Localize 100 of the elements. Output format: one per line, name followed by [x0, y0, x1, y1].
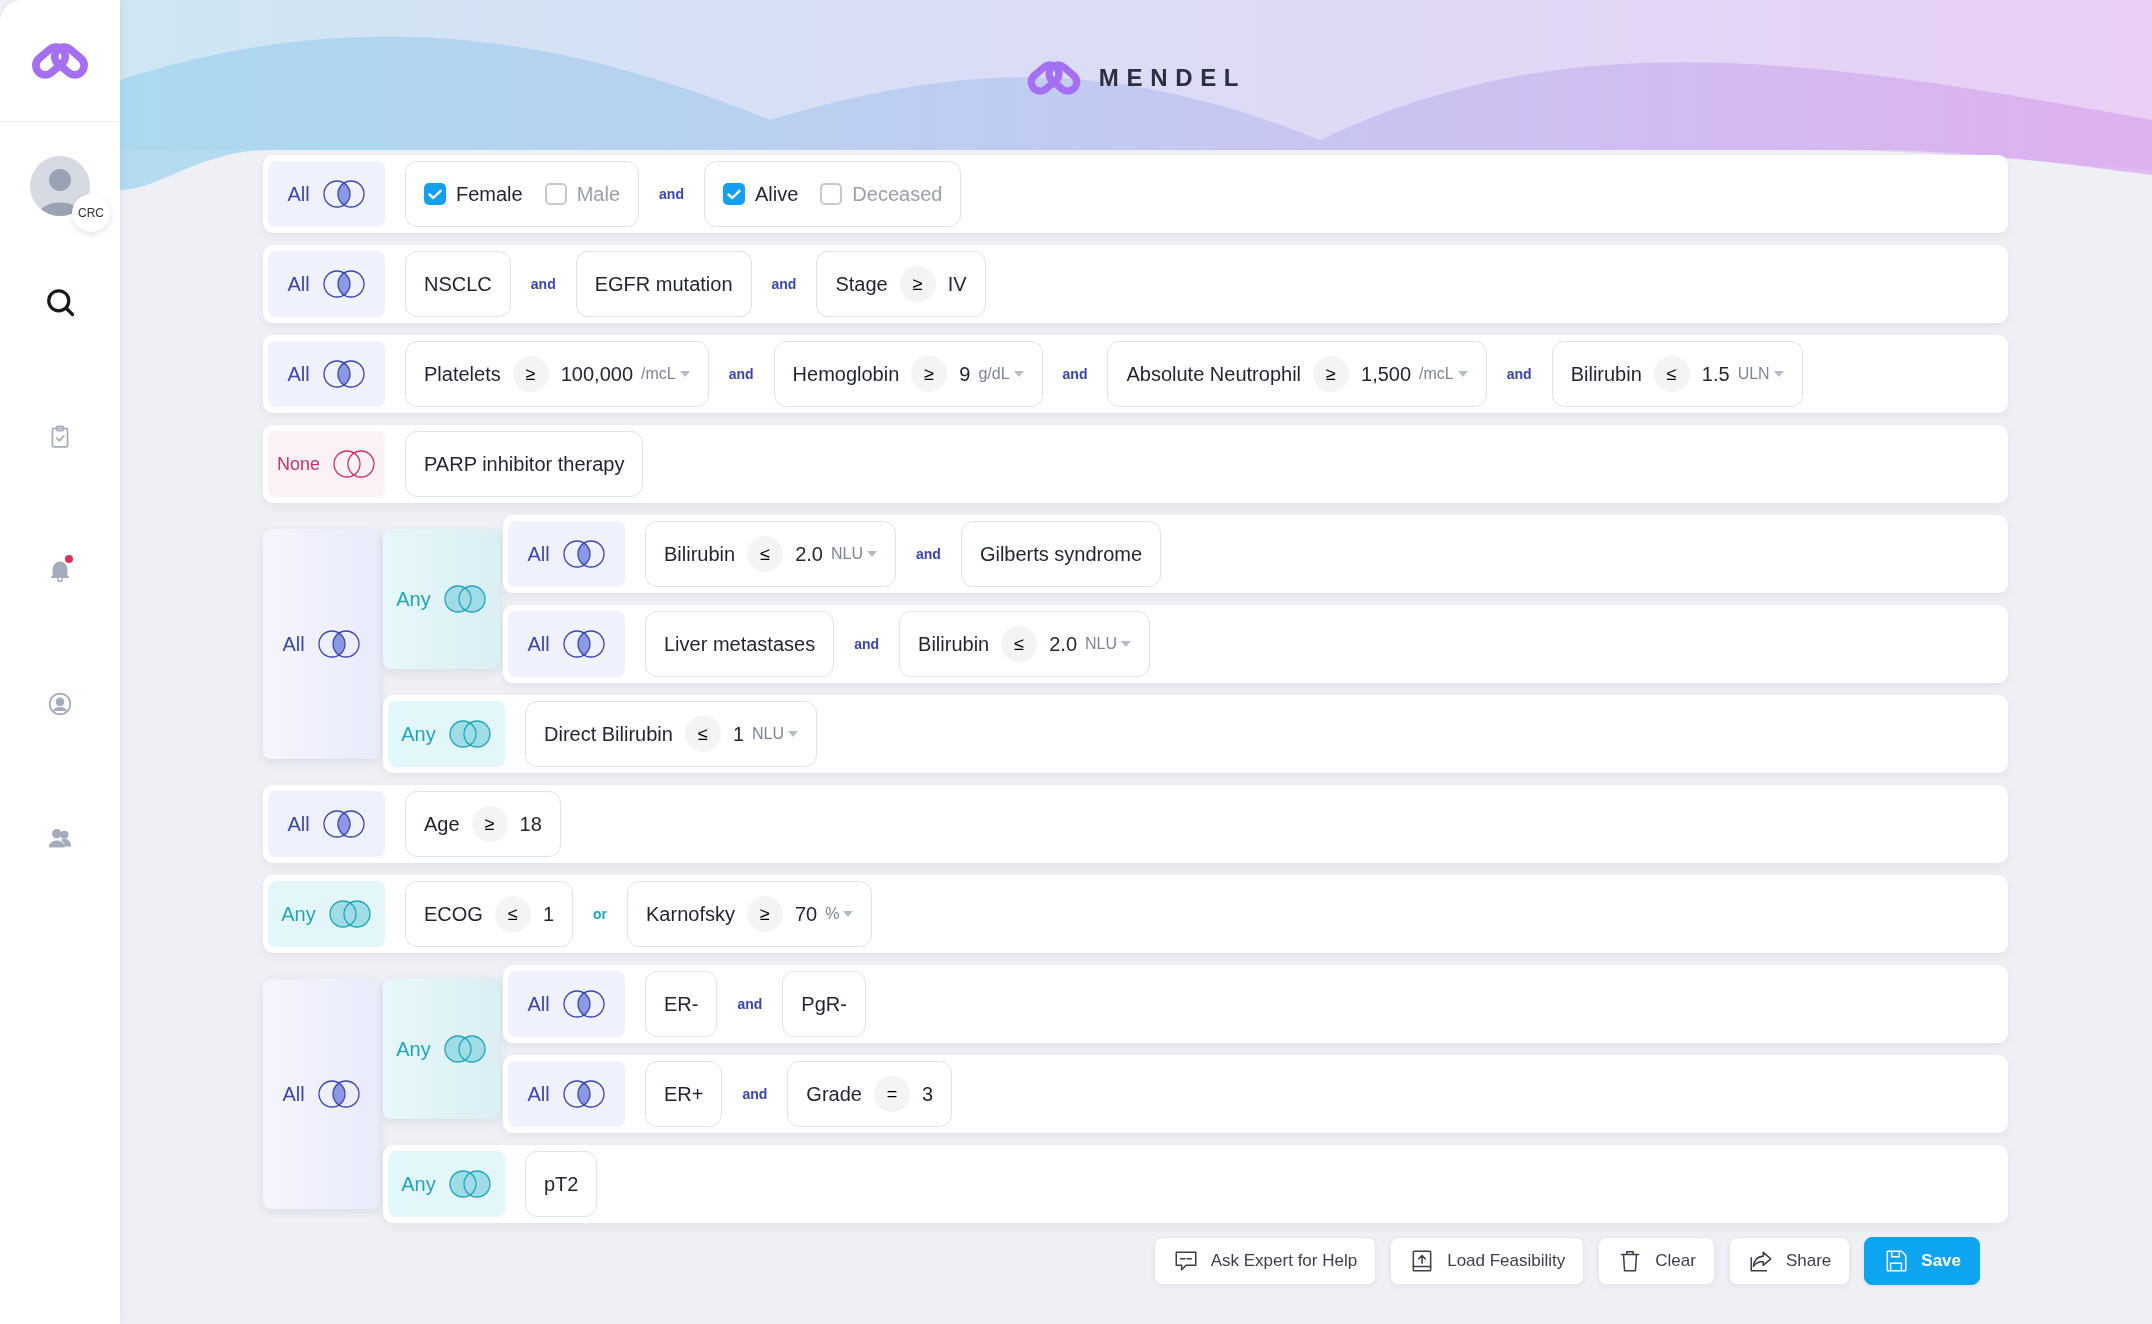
criterion-name: Bilirubin — [918, 632, 990, 657]
action-button[interactable]: Clear — [1598, 1237, 1715, 1285]
criterion-chip[interactable]: pT2 — [525, 1151, 598, 1217]
match-mode-toggle[interactable]: All — [508, 971, 625, 1037]
venn-icon — [561, 539, 606, 569]
operator-selector[interactable]: ≥ — [746, 896, 783, 932]
venn-icon — [561, 989, 606, 1019]
checkbox-option[interactable]: Alive — [722, 179, 799, 209]
joiner-label: and — [659, 184, 684, 204]
criterion-chip[interactable]: Bilirubin ≤ 2.0 NLU — [645, 521, 896, 587]
venn-icon — [321, 269, 366, 299]
match-mode-toggle[interactable]: All — [508, 1061, 625, 1127]
caret-icon — [867, 551, 877, 557]
criterion-value: 1 — [732, 722, 745, 747]
joiner-label: and — [1062, 364, 1088, 384]
match-mode-toggle[interactable]: All — [268, 161, 385, 227]
criterion-name: Karnofsky — [646, 902, 735, 927]
criterion-chip[interactable]: Gilberts syndrome — [960, 521, 1162, 587]
action-button[interactable]: Load Feasibility — [1390, 1237, 1585, 1285]
venn-icon — [321, 809, 366, 839]
checkbox-option[interactable]: Female — [424, 179, 523, 209]
criterion-chip[interactable]: Age ≥ 18 — [405, 791, 561, 857]
match-mode-toggle[interactable]: All — [508, 611, 625, 677]
match-mode-toggle[interactable]: All — [268, 341, 385, 407]
criterion-chip[interactable]: NSCLC — [405, 251, 511, 317]
venn-icon — [442, 584, 487, 614]
criterion-chip[interactable]: PARP inhibitor therapy — [405, 431, 644, 497]
criterion-name: ECOG — [424, 902, 483, 927]
caret-icon — [843, 911, 854, 917]
unit-dropdown[interactable]: /mcL — [1419, 362, 1468, 386]
criterion-name: Hemoglobin — [792, 362, 900, 387]
operator-selector[interactable]: ≥ — [1313, 356, 1350, 392]
operator-selector[interactable]: ≥ — [512, 356, 549, 392]
operator-selector[interactable]: ≥ — [911, 356, 948, 392]
match-mode-toggle[interactable]: All — [268, 791, 385, 857]
criterion-value: IV — [947, 272, 967, 297]
criterion-chip[interactable]: Stage ≥ IV — [816, 251, 986, 317]
venn-icon — [321, 179, 366, 209]
match-mode-toggle[interactable]: None — [268, 431, 385, 497]
caret-icon — [1121, 641, 1132, 647]
unit-dropdown[interactable]: g/dL — [978, 362, 1024, 386]
criterion-chip[interactable]: Absolute Neutrophil ≥ 1,500 /mcL — [1107, 341, 1487, 407]
criterion-name: Bilirubin — [664, 542, 736, 567]
action-button[interactable]: Share — [1728, 1237, 1851, 1285]
unit-dropdown[interactable]: ULN — [1737, 362, 1784, 386]
checkbox[interactable] — [820, 183, 843, 205]
venn-icon — [327, 899, 372, 929]
criterion-chip[interactable]: Liver metastases — [645, 611, 835, 677]
unit-dropdown[interactable]: NLU — [830, 542, 877, 566]
criterion-chip[interactable]: Hemoglobin ≥ 9 g/dL — [773, 341, 1043, 407]
criterion-name: Absolute Neutrophil — [1126, 362, 1302, 387]
criterion-value: 18 — [519, 812, 542, 837]
criterion-chip[interactable]: Bilirubin ≤ 1.5 ULN — [1551, 341, 1803, 407]
venn-icon — [321, 359, 366, 389]
criterion-name: Platelets — [424, 362, 501, 387]
operator-selector[interactable]: = — [873, 1076, 910, 1112]
venn-icon — [447, 1169, 492, 1199]
operator-selector[interactable]: ≥ — [899, 266, 936, 302]
unit-dropdown[interactable]: NLU — [752, 722, 799, 746]
action-button[interactable]: Ask Expert for Help — [1153, 1237, 1377, 1285]
check-icon — [726, 188, 741, 200]
joiner-label: and — [854, 634, 880, 654]
criterion-chip[interactable]: ECOG ≤ 1 — [405, 881, 574, 947]
criterion-chip[interactable]: Platelets ≥ 100,000 /mcL — [405, 341, 709, 407]
match-mode-toggle[interactable]: All — [263, 529, 380, 759]
criterion-chip[interactable]: PgR- — [782, 971, 866, 1037]
match-mode-toggle[interactable]: All — [268, 251, 385, 317]
checkbox[interactable] — [544, 183, 567, 205]
checkbox[interactable] — [424, 183, 446, 205]
criterion-chip[interactable]: ER+ — [645, 1061, 723, 1127]
venn-icon — [332, 449, 376, 479]
joiner-label: and — [771, 274, 797, 294]
checkbox[interactable] — [722, 183, 745, 205]
criterion-chip[interactable]: ER- — [645, 971, 718, 1037]
operator-selector[interactable]: ≤ — [494, 896, 531, 932]
unit-dropdown[interactable]: % — [825, 902, 854, 926]
criterion-name: Grade — [806, 1082, 862, 1107]
criterion-chip[interactable]: EGFR mutation — [575, 251, 752, 317]
criterion-chip[interactable]: Grade = 3 — [787, 1061, 953, 1127]
criterion-name: Direct Bilirubin — [544, 722, 673, 747]
operator-selector[interactable]: ≤ — [1001, 626, 1038, 662]
unit-dropdown[interactable]: /mcL — [641, 362, 690, 386]
operator-selector[interactable]: ≤ — [684, 716, 721, 752]
operator-selector[interactable]: ≥ — [471, 806, 508, 842]
operator-selector[interactable]: ≤ — [1653, 356, 1690, 392]
criterion-chip[interactable]: Karnofsky ≥ 70 % — [627, 881, 873, 947]
operator-selector[interactable]: ≤ — [747, 536, 784, 572]
brand-name: MENDEL — [1098, 62, 1247, 93]
caret-icon — [679, 371, 690, 377]
criterion-value: 100,000 — [560, 362, 633, 387]
match-mode-toggle[interactable]: All — [263, 979, 380, 1209]
criterion-chip[interactable]: Bilirubin ≤ 2.0 NLU — [899, 611, 1151, 677]
joiner-label: and — [742, 1084, 768, 1104]
unit-dropdown[interactable]: NLU — [1085, 632, 1132, 656]
criterion-chip[interactable]: Direct Bilirubin ≤ 1 NLU — [525, 701, 818, 767]
caret-icon — [1013, 371, 1024, 377]
criterion-name: Bilirubin — [1570, 362, 1642, 387]
match-mode-toggle[interactable]: All — [508, 521, 625, 587]
caret-icon — [1773, 371, 1784, 377]
venn-icon — [316, 629, 361, 659]
